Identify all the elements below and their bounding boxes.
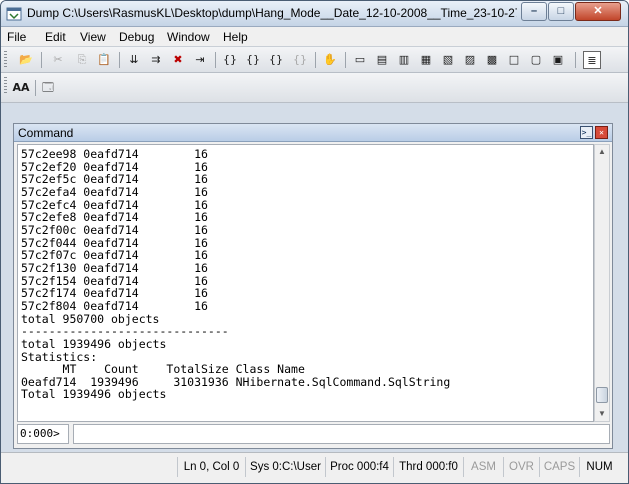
- window-title: Dump C:\Users\RasmusKL\Desktop\dump\Hang…: [27, 6, 517, 20]
- command-output[interactable]: 57c2ee98 0eafd714 16 57c2ef20 0eafd714 1…: [17, 144, 594, 422]
- memory-icon[interactable]: ▧: [439, 51, 457, 69]
- command-prompt-icon[interactable]: >_: [580, 126, 593, 139]
- go-icon[interactable]: {}: [221, 51, 239, 69]
- restart-icon[interactable]: ⇥: [191, 51, 209, 69]
- command-window-icon[interactable]: ▭: [351, 51, 369, 69]
- status-asm: ASM: [463, 457, 503, 477]
- toolbar-separator: [35, 80, 36, 96]
- processes-icon[interactable]: ▢: [527, 51, 545, 69]
- scroll-down-icon[interactable]: ▼: [595, 407, 609, 421]
- secondary-toolbar: AA 🗔: [1, 73, 628, 103]
- dock-area: [1, 104, 628, 123]
- step-over-icon[interactable]: ⇉: [147, 51, 165, 69]
- maximize-button[interactable]: □: [548, 2, 574, 21]
- command-panel: Command >_ ✕ 57c2ee98 0eafd714 16 57c2ef…: [13, 123, 613, 449]
- locals-icon[interactable]: ▥: [395, 51, 413, 69]
- scroll-up-icon[interactable]: ▲: [595, 145, 609, 159]
- hand-icon[interactable]: ✋: [321, 51, 339, 69]
- command-output-text: 57c2ee98 0eafd714 16 57c2ef20 0eafd714 1…: [18, 145, 593, 401]
- options-icon[interactable]: 🗔: [39, 79, 57, 97]
- app-window: Dump C:\Users\RasmusKL\Desktop\dump\Hang…: [0, 0, 629, 484]
- step-out-icon[interactable]: {}: [244, 51, 262, 69]
- windbg-app-icon: [6, 7, 22, 21]
- status-thrd: Thrd 000:f0: [393, 457, 463, 477]
- command-prompt-row: 0:000>: [17, 424, 610, 444]
- toolbar-grip[interactable]: [4, 77, 7, 95]
- status-caps: CAPS: [539, 457, 579, 477]
- status-bar: Ln 0, Col 0 Sys 0:C:\User Proc 000:f4 Th…: [1, 452, 628, 483]
- title-bar: Dump C:\Users\RasmusKL\Desktop\dump\Hang…: [1, 1, 628, 27]
- menu-edit[interactable]: Edit: [45, 30, 66, 44]
- scroll-thumb[interactable]: [596, 387, 608, 403]
- hex-display-icon[interactable]: ≣: [583, 51, 601, 69]
- toolbar-separator: [215, 52, 216, 68]
- menu-view[interactable]: View: [80, 30, 106, 44]
- menu-window[interactable]: Window: [167, 30, 210, 44]
- toolbar-separator: [575, 52, 576, 68]
- toolbar-separator: [315, 52, 316, 68]
- source-mode-icon[interactable]: ▣: [549, 51, 567, 69]
- command-prompt-label: 0:000>: [17, 424, 69, 444]
- menu-debug[interactable]: Debug: [119, 30, 154, 44]
- menu-file[interactable]: File: [7, 30, 26, 44]
- stop-icon[interactable]: {}: [291, 51, 309, 69]
- watch-icon[interactable]: ▤: [373, 51, 391, 69]
- toolbar-grip[interactable]: [4, 51, 7, 69]
- call-stack-icon[interactable]: ▨: [461, 51, 479, 69]
- paste-icon[interactable]: 📋: [95, 51, 113, 69]
- copy-icon[interactable]: ⎘: [73, 51, 91, 69]
- status-sys: Sys 0:C:\User: [245, 457, 325, 477]
- open-icon[interactable]: 📂: [17, 51, 35, 69]
- status-ovr: OVR: [503, 457, 539, 477]
- output-line: Total 1939496 objects: [21, 387, 167, 402]
- status-num: NUM: [579, 457, 619, 477]
- main-toolbar: 📂 ✂ ⎘ 📋 ⇊ ⇉ ✖ ⇥ {} {} {} {} ✋ ▭ ▤ ▥ ▦ ▧ …: [1, 47, 628, 73]
- break-icon[interactable]: ✖: [169, 51, 187, 69]
- status-ln-col: Ln 0, Col 0: [177, 457, 245, 477]
- minimize-button[interactable]: –: [521, 2, 547, 21]
- vertical-scrollbar[interactable]: ▲ ▼: [594, 144, 610, 422]
- run-to-cursor-icon[interactable]: {}: [267, 51, 285, 69]
- scratch-pad-icon[interactable]: □: [505, 51, 523, 69]
- registers-icon[interactable]: ▦: [417, 51, 435, 69]
- command-panel-header: Command >_ ✕: [14, 124, 612, 142]
- command-input[interactable]: [73, 424, 610, 444]
- disassembly-icon[interactable]: ▩: [483, 51, 501, 69]
- step-into-icon[interactable]: ⇊: [125, 51, 143, 69]
- command-panel-title: Command: [18, 126, 74, 140]
- toolbar-separator: [41, 52, 42, 68]
- toolbar-separator: [345, 52, 346, 68]
- close-panel-icon[interactable]: ✕: [595, 126, 608, 139]
- menu-bar: File Edit View Debug Window Help: [1, 27, 628, 47]
- close-button[interactable]: ✕: [575, 2, 621, 21]
- toolbar-separator: [119, 52, 120, 68]
- font-icon[interactable]: AA: [10, 79, 32, 97]
- cut-icon[interactable]: ✂: [49, 51, 67, 69]
- menu-help[interactable]: Help: [223, 30, 248, 44]
- status-proc: Proc 000:f4: [325, 457, 393, 477]
